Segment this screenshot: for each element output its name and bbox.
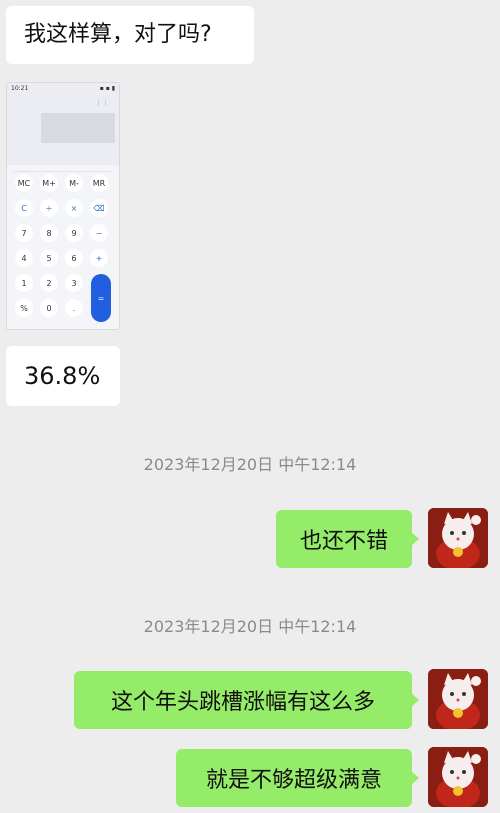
message-bubble-reply-3[interactable]: 就是不够超级满意 <box>176 749 419 807</box>
lucky-cat-avatar-icon <box>428 508 488 568</box>
message-text: 36.8% <box>24 362 101 390</box>
avatar[interactable] <box>428 747 488 807</box>
lucky-cat-avatar-icon <box>428 747 488 807</box>
calculator-key[interactable]: 2 <box>40 274 58 292</box>
message-bubble-percent[interactable]: 36.8% <box>6 346 120 406</box>
calculator-key[interactable]: . <box>65 299 83 317</box>
menu-dots-icon: ⋮⋮ <box>95 99 109 107</box>
lucky-cat-avatar-icon <box>428 669 488 729</box>
calculator-key[interactable]: 0 <box>40 299 58 317</box>
message-bubble-reply-1[interactable]: 也还不错 <box>276 510 419 568</box>
equals-key[interactable]: = <box>91 274 111 322</box>
calculator-key[interactable]: % <box>15 299 33 317</box>
calculator-key[interactable]: 6 <box>65 249 83 267</box>
avatar[interactable] <box>428 669 488 729</box>
calculator-screenshot-image[interactable]: 10:21 ▪ ▪ ▮ ⋮⋮ MC M+ M- MR C ÷ × ⌫ 7 8 9− 4 5 6 +1 2 3% 0… <box>6 82 120 330</box>
calculator-key[interactable]: ÷ <box>40 199 58 217</box>
calculator-key[interactable]: M+ <box>40 174 58 192</box>
status-icons: ▪ ▪ ▮ <box>99 85 115 92</box>
blurred-result <box>41 113 115 143</box>
calculator-key[interactable]: 9 <box>65 224 83 242</box>
calculator-key[interactable]: 1 <box>15 274 33 292</box>
calculator-key[interactable]: 7 <box>15 224 33 242</box>
status-time: 10:21 <box>11 85 29 92</box>
calculator-key[interactable]: M- <box>65 174 83 192</box>
calculator-key[interactable]: − <box>90 224 108 242</box>
message-text: 也还不错 <box>299 529 388 554</box>
message-text: 这个年头跳槽涨幅有这么多 <box>110 690 375 715</box>
calculator-key[interactable]: MR <box>90 174 108 192</box>
calculator-key[interactable]: 5 <box>40 249 58 267</box>
message-text: 就是不够超级满意 <box>205 768 382 793</box>
message-bubble-reply-2[interactable]: 这个年头跳槽涨幅有这么多 <box>74 671 419 729</box>
calculator-key[interactable]: 4 <box>15 249 33 267</box>
calculator-key[interactable]: 8 <box>40 224 58 242</box>
calculator-key[interactable]: × <box>65 199 83 217</box>
timestamp: 2023年12月20日 中午12:14 <box>143 617 357 636</box>
calculator-key[interactable]: MC <box>15 174 33 192</box>
message-text: 我这样算，对了吗? <box>24 22 212 47</box>
calculator-key[interactable]: + <box>90 249 108 267</box>
calculator-key[interactable]: 3 <box>65 274 83 292</box>
calculator-key[interactable]: C <box>15 199 33 217</box>
avatar[interactable] <box>428 508 488 568</box>
message-bubble-question[interactable]: 我这样算，对了吗? <box>6 6 254 64</box>
calculator-key[interactable]: ⌫ <box>90 199 108 217</box>
timestamp: 2023年12月20日 中午12:14 <box>143 455 357 474</box>
divider <box>13 171 113 172</box>
